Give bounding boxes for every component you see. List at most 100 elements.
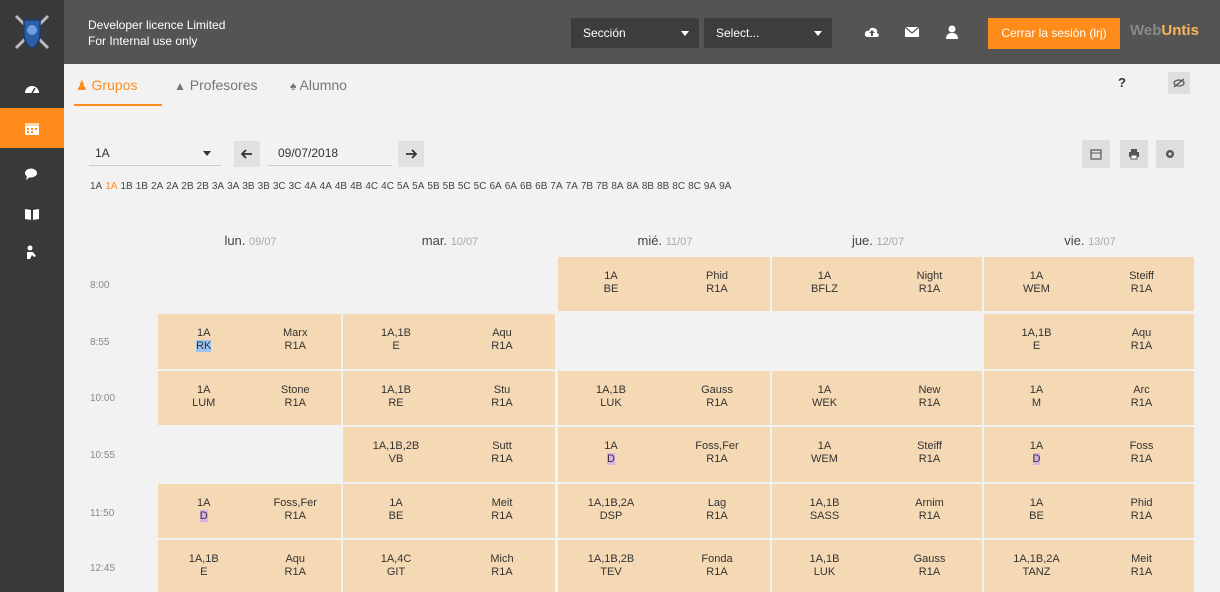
lesson-cell[interactable]: 1A,1B,2B VB Sutt R1A (343, 427, 555, 482)
tab-grupos[interactable]: ♟ Grupos (76, 77, 137, 94)
lesson-group: 1A (604, 440, 618, 452)
lesson-cell[interactable]: 1A,1B LUK Gauss R1A (772, 540, 982, 592)
class-link[interactable]: 5B (443, 181, 455, 192)
tab-alumno[interactable]: ♠ Alumno (290, 77, 347, 93)
class-link[interactable]: 6B (535, 181, 547, 192)
lesson-group: 1A (604, 270, 618, 282)
lesson-cell[interactable]: 1A,1B,2B TEV Fonda R1A (558, 540, 770, 592)
class-link[interactable]: 5C (458, 181, 471, 192)
class-link[interactable]: 7A (550, 181, 562, 192)
section-select[interactable]: Sección (571, 18, 699, 48)
day-name: lun. (224, 233, 246, 248)
lesson-cell[interactable]: 1A WEM Steiff R1A (984, 257, 1194, 311)
class-link[interactable]: 5C (474, 181, 487, 192)
lesson-cell[interactable]: 1A,1B LUK Gauss R1A (558, 371, 770, 425)
lesson-cell[interactable]: 1A BE Phid R1A (558, 257, 770, 311)
class-select[interactable]: 1A (89, 140, 221, 166)
class-link[interactable]: 4A (320, 181, 332, 192)
sidebar-item-dashboard[interactable] (0, 72, 64, 108)
lesson-cell[interactable]: 1A D Foss,Fer R1A (158, 484, 341, 538)
lesson-cell[interactable]: 1A,4C GIT Mich R1A (343, 540, 555, 592)
settings-button[interactable] (1156, 140, 1184, 168)
class-link[interactable]: 8A (611, 181, 623, 192)
sidebar-item-students[interactable] (0, 234, 64, 270)
class-link[interactable]: 4B (335, 181, 347, 192)
lesson-cell[interactable]: 1A,1B,2A TANZ Meit R1A (984, 540, 1194, 592)
lesson-cell[interactable]: 1A BE Phid R1A (984, 484, 1194, 538)
lesson-group: 1A,1B (381, 384, 411, 396)
lesson-room: R1A (706, 283, 728, 295)
class-link[interactable]: 3A (227, 181, 239, 192)
sidebar-item-messages[interactable] (0, 156, 64, 192)
class-link[interactable]: 4A (304, 181, 316, 192)
lesson-subject: BE (603, 283, 619, 295)
class-link[interactable]: 3C (273, 181, 286, 192)
lesson-cell[interactable]: 1A,1B E Aqu R1A (158, 540, 341, 592)
element-select[interactable]: Select... (704, 18, 832, 48)
class-link[interactable]: 8C (672, 181, 685, 192)
lesson-cell[interactable]: 1A D Foss R1A (984, 427, 1194, 482)
class-link[interactable]: 5B (427, 181, 439, 192)
lesson-group-subject: 1A RK (158, 327, 250, 353)
lesson-cell[interactable]: 1A LUM Stone R1A (158, 371, 341, 425)
class-link[interactable]: 2A (166, 181, 178, 192)
class-link[interactable]: 9A (719, 181, 731, 192)
next-week-button[interactable] (398, 141, 424, 167)
class-link[interactable]: 6A (505, 181, 517, 192)
lesson-cell[interactable]: 1A,1B E Aqu R1A (984, 314, 1194, 369)
class-link[interactable]: 1B (120, 181, 132, 192)
class-link[interactable]: 4C (381, 181, 394, 192)
class-link[interactable]: 9A (704, 181, 716, 192)
lesson-cell[interactable]: 1A M Arc R1A (984, 371, 1194, 425)
previous-week-button[interactable] (234, 141, 260, 167)
toggle-visibility-button[interactable] (1168, 72, 1190, 94)
class-link[interactable]: 3B (242, 181, 254, 192)
class-link[interactable]: 7B (581, 181, 593, 192)
class-link[interactable]: 1B (136, 181, 148, 192)
lesson-subject-wrap: BE (343, 510, 449, 523)
lesson-cell[interactable]: 1A RK Marx R1A (158, 314, 341, 369)
class-link[interactable]: 2B (181, 181, 193, 192)
lesson-cell[interactable]: 1A D Foss,Fer R1A (558, 427, 770, 482)
calendar-picker-button[interactable] (1082, 140, 1110, 168)
class-link[interactable]: 6A (489, 181, 501, 192)
lesson-cell[interactable]: 1A WEK New R1A (772, 371, 982, 425)
class-link[interactable]: 3A (212, 181, 224, 192)
help-button[interactable]: ? (1118, 75, 1126, 90)
class-link[interactable]: 8B (642, 181, 654, 192)
class-link[interactable]: 5A (412, 181, 424, 192)
print-button[interactable] (1120, 140, 1148, 168)
class-link[interactable]: 8B (657, 181, 669, 192)
class-link[interactable]: 3B (258, 181, 270, 192)
lesson-group: 1A (197, 497, 211, 509)
lesson-cell[interactable]: 1A WEM Steiff R1A (772, 427, 982, 482)
date-field[interactable]: 09/07/2018 (268, 140, 392, 166)
lesson-cell[interactable]: 1A BFLZ Night R1A (772, 257, 982, 311)
class-link[interactable]: 7B (596, 181, 608, 192)
class-link[interactable]: 1A (90, 181, 102, 192)
class-link[interactable]: 8A (627, 181, 639, 192)
lesson-cell[interactable]: 1A,1B,2A DSP Lag R1A (558, 484, 770, 538)
class-link[interactable]: 6B (520, 181, 532, 192)
tab-profesores[interactable]: ▲ Profesores (174, 77, 257, 93)
lesson-cell[interactable]: 1A BE Meit R1A (343, 484, 555, 538)
logout-button[interactable]: Cerrar la sesión (lrj) (988, 18, 1120, 49)
mail-icon[interactable] (904, 24, 920, 40)
class-link[interactable]: 5A (397, 181, 409, 192)
class-link[interactable]: 4B (350, 181, 362, 192)
sidebar-item-timetable[interactable] (0, 108, 64, 148)
class-link[interactable]: 7A (566, 181, 578, 192)
class-link[interactable]: 1A (105, 181, 117, 192)
class-link[interactable]: 3C (289, 181, 302, 192)
sidebar-item-classbook[interactable] (0, 196, 64, 232)
class-link[interactable]: 8C (688, 181, 701, 192)
user-icon[interactable] (944, 24, 960, 40)
class-link[interactable]: 4C (365, 181, 378, 192)
lesson-cell[interactable]: 1A,1B E Aqu R1A (343, 314, 555, 369)
school-logo[interactable] (0, 0, 64, 64)
cloud-upload-icon[interactable] (864, 24, 880, 40)
class-link[interactable]: 2A (151, 181, 163, 192)
lesson-cell[interactable]: 1A,1B SASS Arnim R1A (772, 484, 982, 538)
class-link[interactable]: 2B (197, 181, 209, 192)
lesson-cell[interactable]: 1A,1B RE Stu R1A (343, 371, 555, 425)
